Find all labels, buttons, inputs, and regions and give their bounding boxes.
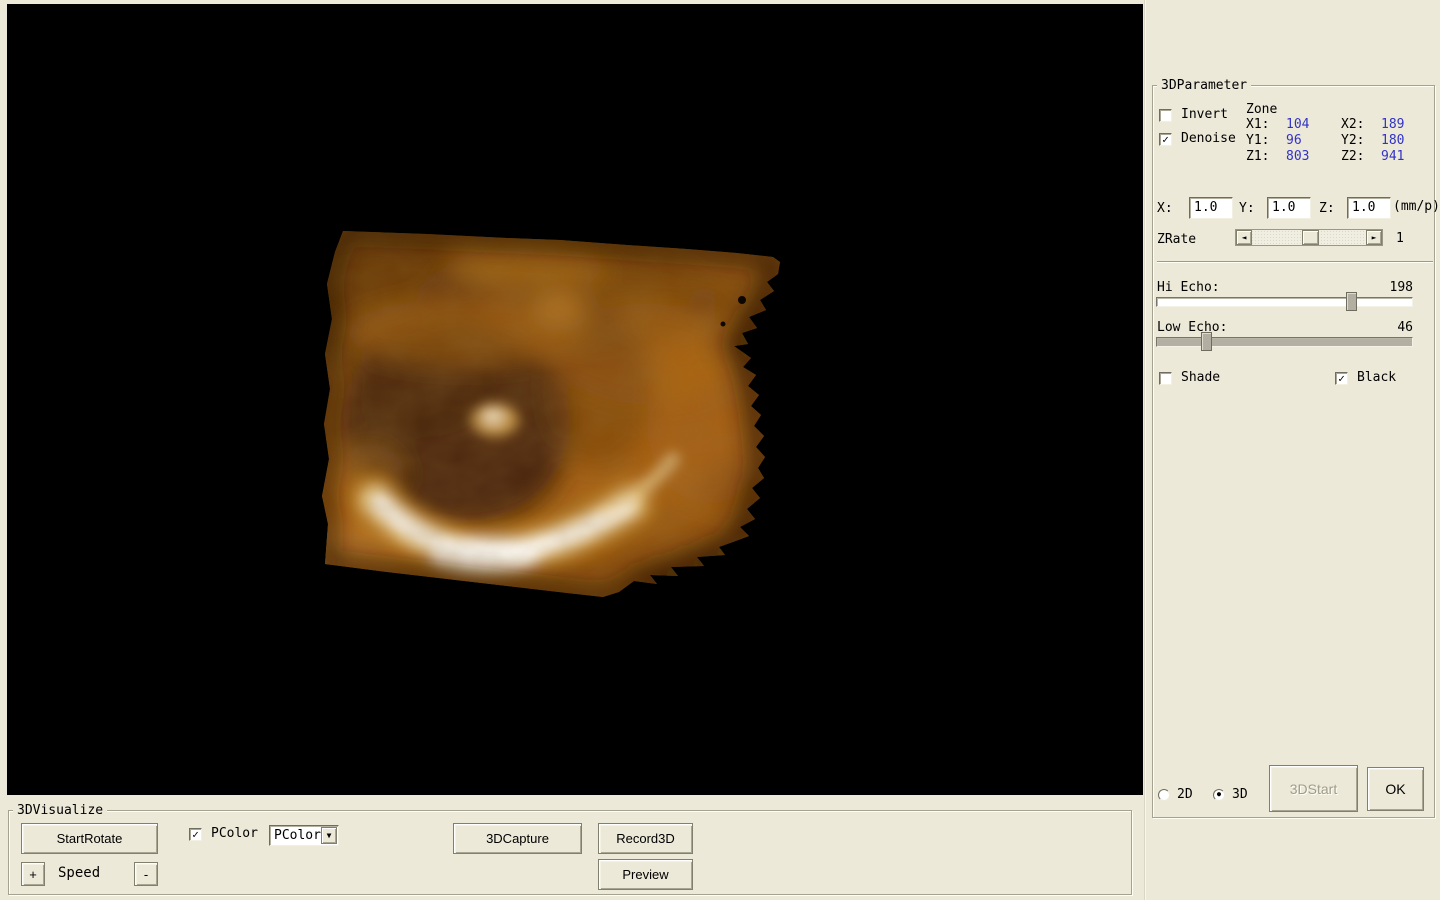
denoise-checkbox[interactable]: ✓ Denoise [1159, 132, 1236, 146]
zrate-right-arrow-icon[interactable]: ► [1366, 230, 1382, 245]
zone-y2-label: Y2: [1341, 133, 1365, 148]
denoise-checkbox-box[interactable]: ✓ [1159, 132, 1172, 146]
hi-echo-value: 198 [1389, 280, 1413, 295]
scale-unit-label: (mm/p) [1393, 199, 1440, 214]
low-echo-slider-thumb[interactable] [1201, 332, 1212, 351]
capture-3d-button[interactable]: 3DCapture [453, 823, 582, 854]
pcolor-checkbox[interactable]: ✓ PColor [189, 827, 258, 841]
invert-checkbox-label: Invert [1181, 107, 1228, 122]
z-scale-input[interactable]: 1.0 [1347, 197, 1391, 219]
x-scale-input[interactable]: 1.0 [1189, 197, 1233, 219]
zone-z1-value: 803 [1286, 149, 1310, 164]
preview-button[interactable]: Preview [598, 859, 693, 890]
dropdown-arrow-icon[interactable]: ▼ [321, 827, 337, 844]
invert-checkbox-box[interactable] [1159, 108, 1172, 122]
zone-x2-label: X2: [1341, 117, 1365, 132]
zone-title: Zone [1246, 102, 1278, 117]
ok-button[interactable]: OK [1367, 767, 1424, 811]
black-checkbox-box[interactable]: ✓ [1335, 371, 1348, 385]
zone-x2-value: 189 [1381, 117, 1405, 132]
visualize-groupbox: 3DVisualize StartRotate ✓ PColor PColor … [8, 803, 1132, 895]
application-window: 3DParameter Invert ✓ Denoise Zone X1: 10… [0, 0, 1440, 900]
low-echo-label: Low Echo: [1157, 320, 1228, 335]
y-scale-input[interactable]: 1.0 [1267, 197, 1311, 219]
z-scale-label: Z: [1319, 201, 1335, 216]
mode-2d-radio-circle[interactable] [1158, 788, 1170, 801]
speed-plus-button[interactable]: + [21, 862, 45, 886]
zone-z2-label: Z2: [1341, 149, 1365, 164]
visualize-group-title: 3DVisualize [13, 803, 108, 818]
zone-z1-label: Z1: [1246, 149, 1270, 164]
zrate-label: ZRate [1157, 232, 1197, 247]
black-checkbox[interactable]: ✓ Black [1335, 371, 1396, 385]
record-3d-button[interactable]: Record3D [598, 823, 693, 854]
parameter-groupbox: 3DParameter Invert ✓ Denoise Zone X1: 10… [1152, 78, 1440, 818]
viewport-3d[interactable] [7, 4, 1143, 795]
shade-checkbox[interactable]: Shade [1159, 371, 1220, 385]
pcolor-checkbox-box[interactable]: ✓ [189, 827, 202, 841]
parameter-group-title: 3DParameter [1157, 78, 1252, 93]
start-3d-button[interactable]: 3DStart [1269, 765, 1358, 812]
ultrasound-volume-render [322, 231, 780, 597]
shade-checkbox-box[interactable] [1159, 371, 1172, 385]
low-echo-value: 46 [1397, 320, 1413, 335]
zone-z2-value: 941 [1381, 149, 1405, 164]
pcolor-checkbox-label: PColor [211, 826, 258, 841]
speed-minus-button[interactable]: - [134, 862, 158, 886]
mode-3d-radio-label: 3D [1232, 787, 1248, 802]
hi-echo-label: Hi Echo: [1157, 280, 1220, 295]
mode-3d-radio[interactable]: ● 3D [1213, 787, 1248, 802]
shade-checkbox-label: Shade [1181, 370, 1221, 385]
pcolor-dropdown[interactable]: PColor ▼ [269, 825, 339, 846]
mode-2d-radio-label: 2D [1177, 787, 1193, 802]
mode-3d-radio-circle[interactable]: ● [1213, 788, 1225, 801]
zrate-scrollbar[interactable]: ◄ ► [1235, 229, 1383, 246]
zone-x1-value: 104 [1286, 117, 1310, 132]
zrate-scrollbar-thumb[interactable] [1302, 230, 1319, 245]
low-echo-slider[interactable] [1156, 332, 1413, 351]
start-rotate-button[interactable]: StartRotate [21, 823, 158, 854]
zone-readout: Zone X1: 104 X2: 189 Y1: 96 Y2: 180 Z1: … [1246, 102, 1429, 165]
zrate-left-arrow-icon[interactable]: ◄ [1236, 230, 1252, 245]
denoise-checkbox-label: Denoise [1181, 131, 1236, 146]
mode-2d-radio[interactable]: 2D [1158, 787, 1193, 802]
zrate-value: 1 [1396, 231, 1404, 246]
invert-checkbox[interactable]: Invert [1159, 108, 1228, 122]
x-scale-label: X: [1157, 201, 1173, 216]
zone-y2-value: 180 [1381, 133, 1405, 148]
y-scale-label: Y: [1239, 201, 1255, 216]
separator [1157, 261, 1433, 263]
black-checkbox-label: Black [1357, 370, 1397, 385]
speed-label: Speed [58, 865, 101, 881]
zone-y1-label: Y1: [1246, 133, 1270, 148]
zone-y1-value: 96 [1286, 133, 1302, 148]
zone-x1-label: X1: [1246, 117, 1270, 132]
pcolor-dropdown-value: PColor [274, 828, 321, 843]
hi-echo-slider[interactable] [1156, 292, 1413, 311]
panel-divider [1144, 0, 1146, 900]
hi-echo-slider-thumb[interactable] [1346, 292, 1357, 311]
